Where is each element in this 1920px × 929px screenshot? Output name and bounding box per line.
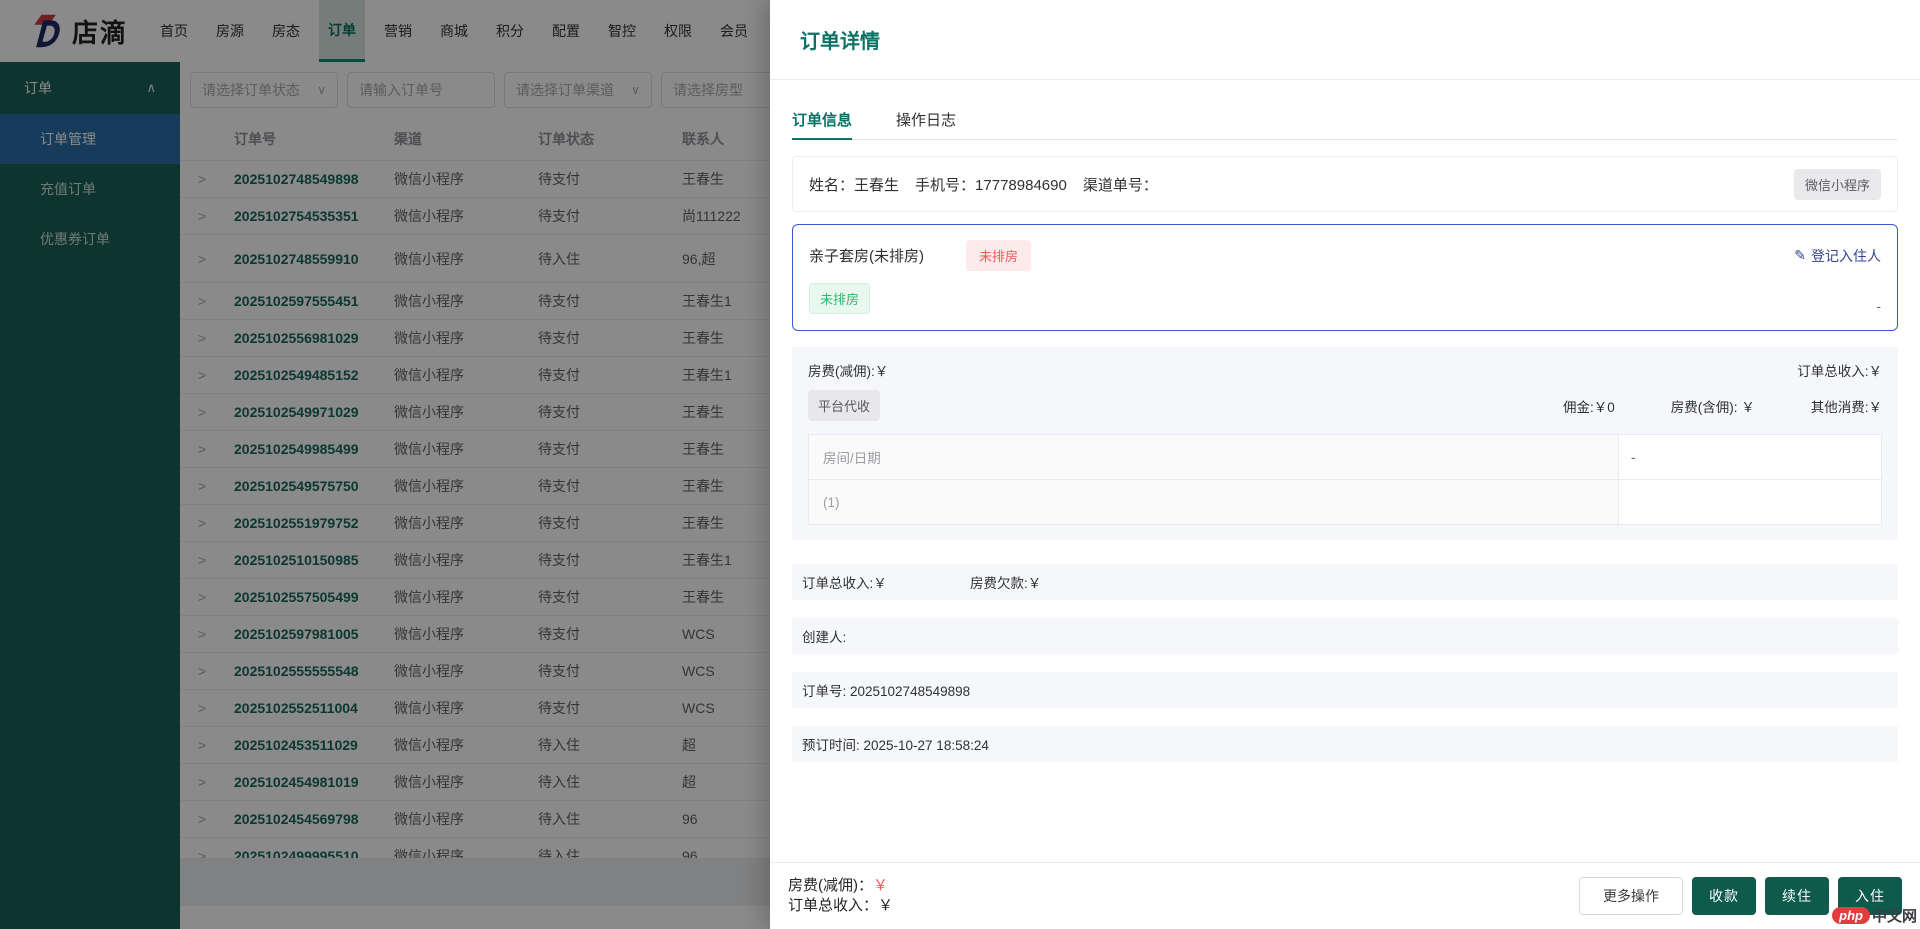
yen-symbol-red: ￥ [873,877,888,894]
summary-total-income: 订单总收入:￥ [802,572,970,592]
fee-row-2: 平台代收 佣金:￥0 房费(含佣): ￥ 其他消费:￥ [808,390,1882,421]
footer-totals: 房费(减佣)：￥ 订单总收入：￥ [788,876,893,916]
drawer-title: 订单详情 [800,25,880,54]
unassigned-badge-green: 未排房 [809,283,870,314]
drawer-footer: 房费(减佣)：￥ 订单总收入：￥ 更多操作 收款 续住 入住 [770,862,1920,929]
watermark-text: 中文网 [1872,905,1917,926]
fee-section: 房费(减佣):￥ 订单总收入:￥ 平台代收 佣金:￥0 房费(含佣): ￥ 其他… [792,347,1898,540]
commission-value: 佣金:￥0 [1563,396,1615,416]
booked-time-strip: 预订时间: 2025-10-27 18:58:24 [792,726,1898,762]
room-card-row2: 未排房 - [809,283,1881,314]
drawer-body: 订单信息 操作日志 姓名：王春生 手机号：17778984690 渠道单号： 微… [770,100,1920,762]
register-guest-link[interactable]: ✎ 登记入住人 [1794,246,1881,266]
renew-stay-button[interactable]: 续住 [1765,877,1829,915]
pencil-icon: ✎ [1794,247,1806,264]
room-fee-incl-label: 房费(含佣): ￥ [1671,396,1755,416]
fee-row-1: 房费(减佣):￥ 订单总收入:￥ [808,360,1882,380]
room-fee-label: 房费(减佣):￥ [808,360,888,380]
fee-right-group: 佣金:￥0 房费(含佣): ￥ 其他消费:￥ [1563,396,1882,416]
tab-operation-log[interactable]: 操作日志 [896,100,956,139]
total-income-label: 订单总收入:￥ [1797,360,1882,380]
php-cn-watermark: php 中文网 [1832,905,1917,926]
room-date-row-label: (1) [809,480,1619,524]
tab-order-info[interactable]: 订单信息 [792,100,852,140]
guest-phone: 手机号：17778984690 [915,174,1067,195]
app-root: 店滴 首页房源房态订单营销商城积分配置智控权限会员账号 订单 ∧ 订单管理充值订… [0,0,1920,929]
footer-income-line: 订单总收入：￥ [788,896,893,916]
room-date-table: 房间/日期 - (1) [808,434,1882,525]
drawer-tabs: 订单信息 操作日志 [792,100,1898,140]
footer-fee-line: 房费(减佣)：￥ [788,876,893,896]
room-date-header-row: 房间/日期 - [809,435,1881,480]
room-date-header-value: - [1619,435,1881,479]
channel-badge[interactable]: 微信小程序 [1794,169,1881,200]
yen-symbol: ￥ [878,897,893,914]
php-logo: php [1832,907,1870,924]
summary-income-strip: 订单总收入:￥ 房费欠款:￥ [792,564,1898,600]
order-no-text: 订单号: 2025102748549898 [802,680,970,700]
drawer-header: 订单详情 [770,0,1920,80]
room-date-row-value [1619,480,1881,524]
order-no-strip: 订单号: 2025102748549898 [792,672,1898,708]
more-actions-button[interactable]: 更多操作 [1579,877,1683,915]
guest-info-card: 姓名：王春生 手机号：17778984690 渠道单号： 微信小程序 [792,156,1898,212]
guest-name: 姓名：王春生 [809,174,899,195]
room-value-dash: - [1876,298,1881,314]
room-card-row1: 亲子套房(未排房) 未排房 ✎ 登记入住人 [809,240,1881,271]
creator-label: 创建人: [802,626,846,646]
booked-time-text: 预订时间: 2025-10-27 18:58:24 [802,734,989,754]
summary-arrears: 房费欠款:￥ [970,572,1041,592]
unassigned-badge-red: 未排房 [966,240,1031,271]
other-fee-label: 其他消费:￥ [1811,396,1882,416]
collect-payment-button[interactable]: 收款 [1692,877,1756,915]
creator-strip: 创建人: [792,618,1898,654]
order-detail-drawer: 订单详情 订单信息 操作日志 姓名：王春生 手机号：17778984690 渠道… [770,0,1920,929]
channel-order-no: 渠道单号： [1083,174,1158,195]
register-guest-label: 登记入住人 [1811,246,1881,266]
room-date-data-row: (1) [809,480,1881,524]
room-card[interactable]: 亲子套房(未排房) 未排房 ✎ 登记入住人 未排房 - [792,224,1898,331]
platform-collect-badge[interactable]: 平台代收 [808,390,880,421]
room-type-name: 亲子套房(未排房) [809,245,924,266]
room-date-header: 房间/日期 [809,435,1619,479]
